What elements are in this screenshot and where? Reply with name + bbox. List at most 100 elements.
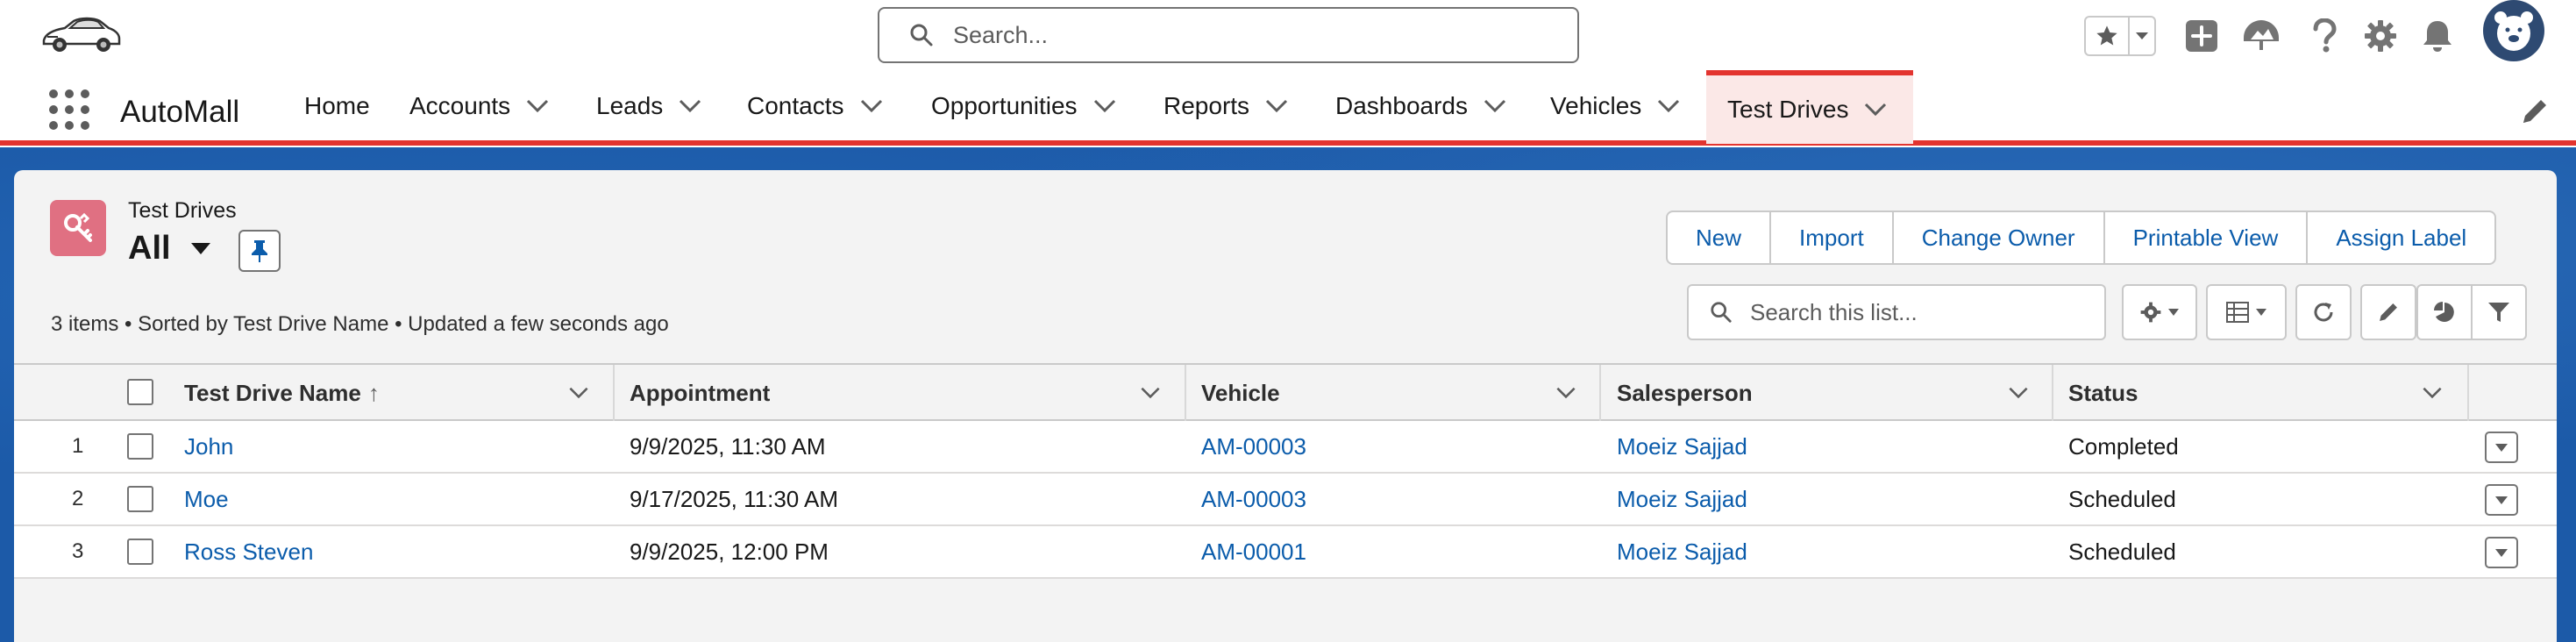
assign-label-button[interactable]: Assign Label [2308, 212, 2494, 263]
chevron-down-icon[interactable] [1093, 99, 1116, 113]
column-divider[interactable] [1599, 365, 1601, 421]
test-drive-key-icon [50, 200, 106, 256]
column-menu-chevron-icon[interactable] [1550, 377, 1582, 409]
change-owner-button[interactable]: Change Owner [1894, 212, 2105, 263]
nav-item-dashboards[interactable]: Dashboards [1335, 72, 1506, 140]
import-button[interactable]: Import [1771, 212, 1894, 263]
nav-item-vehicles[interactable]: Vehicles [1550, 72, 1680, 140]
test-drive-name-link[interactable]: John [184, 421, 233, 472]
chevron-down-icon[interactable] [1657, 99, 1680, 113]
column-header-status[interactable]: Status [2068, 365, 2138, 421]
pin-list-button[interactable] [238, 230, 281, 272]
favorites-star-icon[interactable] [2086, 18, 2130, 54]
test-drive-name-link[interactable]: Ross Steven [184, 526, 313, 577]
row-actions-dropdown[interactable] [2485, 484, 2518, 516]
column-header-test-drive-name[interactable]: Test Drive Name ↑ [184, 365, 380, 421]
list-view-selector[interactable]: All [128, 230, 211, 268]
column-header-appointment[interactable]: Appointment [630, 365, 770, 421]
chevron-down-icon[interactable] [679, 99, 701, 113]
pie-chart-icon [2434, 302, 2454, 322]
nav-item-opportunities[interactable]: Opportunities [931, 72, 1116, 140]
nav-item-home[interactable]: Home [304, 72, 370, 140]
status-cell: Scheduled [2068, 485, 2176, 512]
nav-item-reports[interactable]: Reports [1163, 72, 1288, 140]
table-icon [2226, 302, 2249, 323]
charts-button[interactable] [2416, 284, 2473, 340]
row-checkbox[interactable] [127, 539, 153, 565]
nav-item-accounts[interactable]: Accounts [409, 72, 549, 140]
row-checkbox[interactable] [127, 433, 153, 460]
nav-item-contacts[interactable]: Contacts [747, 72, 883, 140]
column-header-label: Status [2068, 379, 2138, 406]
select-all-checkbox[interactable] [127, 379, 153, 405]
appointment-cell: 9/9/2025, 11:30 AM [630, 432, 826, 460]
caret-down-icon [2495, 496, 2508, 504]
display-as-table-button[interactable] [2206, 284, 2287, 340]
salesperson-link[interactable]: Moeiz Sajjad [1617, 474, 1747, 524]
refresh-button[interactable] [2295, 284, 2352, 340]
edit-nav-pencil-icon[interactable] [2520, 96, 2550, 126]
search-icon [1711, 302, 1732, 323]
favorites-button-group [2084, 16, 2156, 56]
list-actions-group: New Import Change Owner Printable View A… [1666, 210, 2497, 265]
column-menu-chevron-icon[interactable] [563, 377, 594, 409]
column-divider[interactable] [2467, 365, 2469, 421]
row-actions-dropdown[interactable] [2485, 537, 2518, 568]
test-drive-name-link[interactable]: Moe [184, 474, 229, 524]
caret-down-icon [2495, 443, 2508, 452]
chevron-down-icon[interactable] [860, 99, 883, 113]
caret-down-icon [2168, 309, 2179, 316]
notifications-bell-icon[interactable] [2417, 16, 2458, 56]
list-search-input[interactable]: Search this list... [1687, 284, 2106, 340]
vehicle-link[interactable]: AM-00003 [1201, 474, 1306, 524]
nav-item-test-drives[interactable]: Test Drives [1706, 70, 1913, 144]
global-search-input[interactable]: Search... [878, 7, 1579, 63]
chevron-down-icon[interactable] [526, 99, 549, 113]
column-header-salesperson[interactable]: Salesperson [1617, 365, 1753, 421]
nav-item-label: Home [304, 92, 370, 119]
gear-icon [2140, 302, 2161, 323]
row-actions-dropdown[interactable] [2485, 432, 2518, 463]
table-row: 2 Moe 9/17/2025, 11:30 AM AM-00003 Moeiz… [14, 474, 2557, 526]
nav-item-label: Dashboards [1335, 92, 1468, 119]
user-avatar[interactable] [2483, 0, 2544, 61]
salesperson-link[interactable]: Moeiz Sajjad [1617, 526, 1747, 577]
car-logo-icon[interactable] [39, 11, 123, 58]
app-launcher-icon[interactable] [49, 89, 89, 130]
search-icon [910, 24, 933, 46]
appointment-cell: 9/17/2025, 11:30 AM [630, 485, 839, 512]
chevron-down-icon[interactable] [1265, 99, 1288, 113]
column-menu-chevron-icon[interactable] [2416, 377, 2448, 409]
column-divider[interactable] [1185, 365, 1186, 421]
filters-button[interactable] [2471, 284, 2527, 340]
setup-gear-icon[interactable] [2360, 16, 2401, 56]
column-divider[interactable] [2052, 365, 2053, 421]
help-icon[interactable] [2304, 16, 2345, 56]
vehicle-link[interactable]: AM-00001 [1201, 526, 1306, 577]
pin-icon [252, 240, 267, 262]
object-label: Test Drives [128, 198, 237, 223]
appointment-cell: 9/9/2025, 12:00 PM [630, 538, 829, 565]
inline-edit-button[interactable] [2360, 284, 2416, 340]
nav-item-label: Accounts [409, 92, 511, 119]
trailhead-icon[interactable] [2241, 16, 2281, 56]
caret-down-icon[interactable] [190, 242, 211, 256]
row-checkbox[interactable] [127, 486, 153, 512]
salesperson-link[interactable]: Moeiz Sajjad [1617, 421, 1747, 472]
column-divider[interactable] [613, 365, 615, 421]
printable-view-button[interactable]: Printable View [2105, 212, 2309, 263]
list-settings-button[interactable] [2122, 284, 2197, 340]
column-header-vehicle[interactable]: Vehicle [1201, 365, 1280, 421]
column-menu-chevron-icon[interactable] [2003, 377, 2034, 409]
nav-item-leads[interactable]: Leads [596, 72, 701, 140]
status-cell: Scheduled [2068, 538, 2176, 565]
list-meta-info: 3 items • Sorted by Test Drive Name • Up… [51, 312, 669, 336]
column-menu-chevron-icon[interactable] [1135, 377, 1166, 409]
chevron-down-icon[interactable] [1864, 103, 1887, 117]
favorites-dropdown-icon[interactable] [2130, 18, 2154, 54]
new-button[interactable]: New [1668, 212, 1772, 263]
global-create-icon[interactable] [2181, 16, 2222, 56]
vehicle-link[interactable]: AM-00003 [1201, 421, 1306, 472]
column-header-label: Salesperson [1617, 379, 1753, 406]
chevron-down-icon[interactable] [1484, 99, 1506, 113]
